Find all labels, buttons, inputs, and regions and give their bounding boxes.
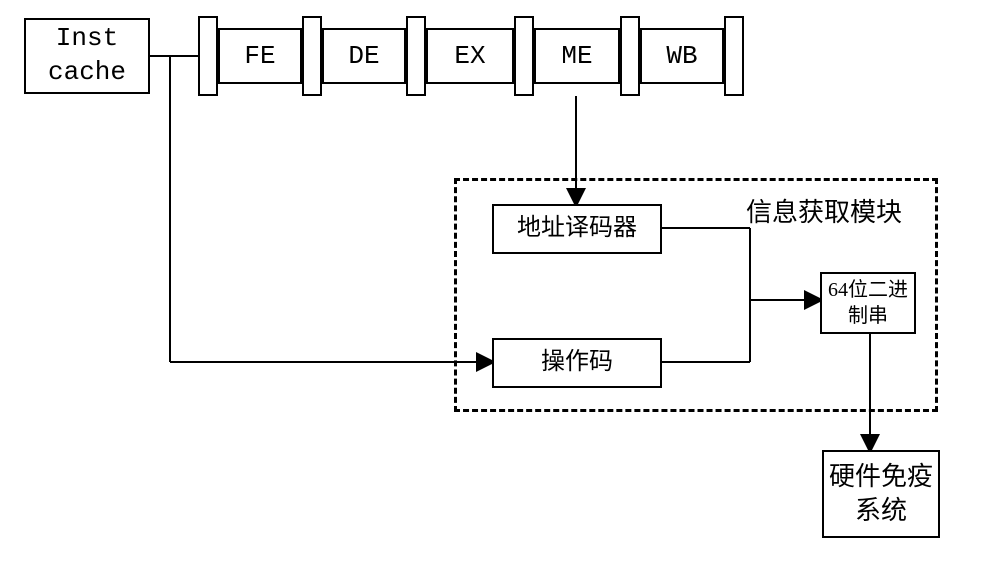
stage-fe: FE	[218, 28, 302, 84]
pipeline-register	[302, 16, 322, 96]
stage-wb-label: WB	[666, 41, 697, 71]
pipeline-register	[198, 16, 218, 96]
stage-ex-label: EX	[454, 41, 485, 71]
address-decoder-box: 地址译码器	[492, 204, 662, 254]
inst-cache-box: Inst cache	[24, 18, 150, 94]
stage-de: DE	[322, 28, 406, 84]
stage-wb: WB	[640, 28, 724, 84]
address-decoder-label: 地址译码器	[517, 213, 637, 244]
hardware-immune-system-label: 硬件免疫 系统	[829, 460, 933, 528]
pipeline-register	[620, 16, 640, 96]
stage-ex: EX	[426, 28, 514, 84]
pipeline-register	[724, 16, 744, 96]
stage-me-label: ME	[561, 41, 592, 71]
info-module-label: 信息获取模块	[746, 192, 902, 229]
inst-cache-label: Inst cache	[48, 22, 126, 90]
pipeline-register	[514, 16, 534, 96]
bin64-box: 64位二进 制串	[820, 272, 916, 334]
stage-de-label: DE	[348, 41, 379, 71]
opcode-label: 操作码	[541, 347, 613, 378]
hardware-immune-system-box: 硬件免疫 系统	[822, 450, 940, 538]
bin64-label: 64位二进 制串	[828, 277, 908, 329]
pipeline-register	[406, 16, 426, 96]
opcode-box: 操作码	[492, 338, 662, 388]
stage-me: ME	[534, 28, 620, 84]
stage-fe-label: FE	[244, 41, 275, 71]
